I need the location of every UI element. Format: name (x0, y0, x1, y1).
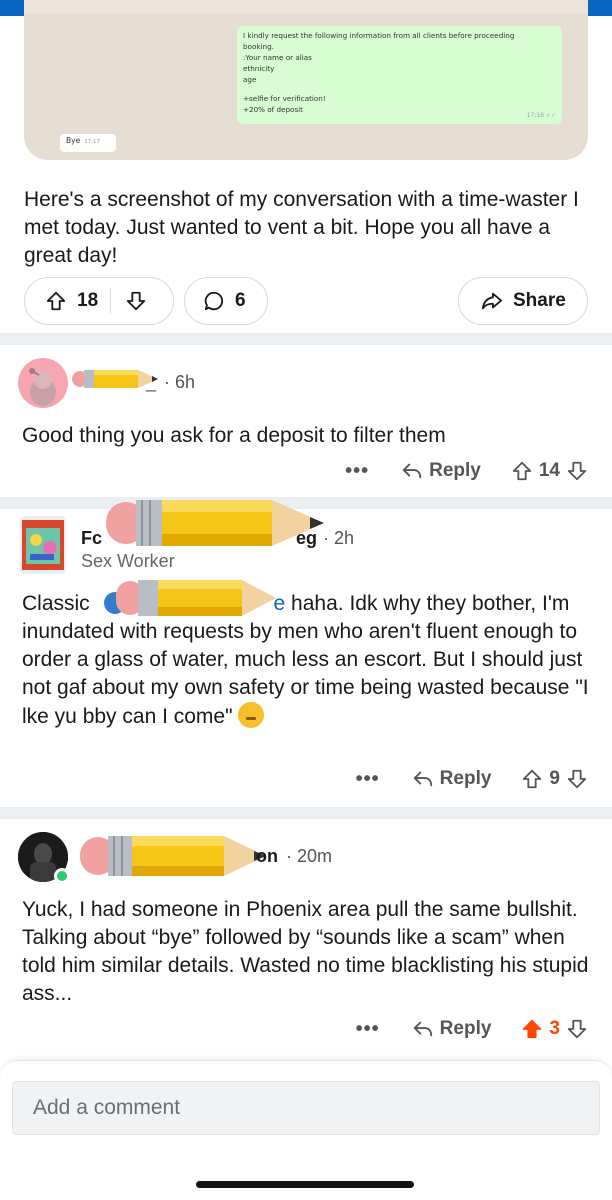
message-text: Bye (66, 136, 81, 145)
snoo-avatar-icon (29, 368, 56, 406)
user-flair: Sex Worker (81, 551, 175, 571)
share-icon (481, 290, 503, 312)
comment-username-prefix[interactable]: Fc (81, 528, 102, 549)
comment-header: _ · 6h (146, 372, 195, 393)
message-timestamp: 17:16 ✓✓ (526, 112, 556, 119)
reply-label: Reply (439, 1018, 492, 1039)
comment-username-suffix[interactable]: on (256, 846, 278, 867)
downvote-icon[interactable] (566, 768, 588, 790)
comment-header: on · 20m (256, 846, 332, 867)
comment-header: Fc (81, 528, 102, 549)
upvote-icon[interactable] (45, 290, 67, 312)
reply-icon (412, 768, 434, 790)
share-button[interactable]: Share (458, 277, 588, 325)
upvote-active-icon[interactable] (521, 1018, 543, 1040)
comment-text-start: Classic (22, 592, 90, 615)
comment-text-rest: haha. Idk why they bother, I'm inundated… (22, 592, 589, 728)
reply-button[interactable]: Reply (401, 460, 481, 482)
comment-avatar[interactable] (20, 516, 66, 574)
downvote-icon[interactable] (566, 1018, 588, 1040)
section-divider (0, 807, 612, 819)
message-line: +20% of deposit (243, 105, 303, 114)
post-vote-control: 18 (24, 277, 174, 325)
upvote-icon[interactable] (521, 768, 543, 790)
pencil-sticker-icon (116, 580, 276, 616)
comment-icon (203, 290, 225, 312)
section-divider (0, 333, 612, 345)
avatar-image (22, 520, 64, 570)
message-line: :Your name or alias (243, 53, 312, 62)
comments-button[interactable]: 6 (184, 277, 268, 325)
comment-count: 6 (235, 290, 246, 311)
incoming-message-bubble: Bye 17:17 (60, 134, 116, 152)
comment-body: Good thing you ask for a deposit to filt… (22, 424, 446, 447)
online-indicator (54, 868, 70, 884)
share-label: Share (513, 290, 566, 311)
comment-avatar[interactable] (18, 358, 68, 408)
post-vote-count: 18 (77, 290, 99, 311)
message-timestamp: 17:17 (84, 139, 101, 145)
reply-button[interactable]: Reply (412, 1018, 492, 1040)
upvote-icon[interactable] (511, 460, 533, 482)
post-image[interactable]: I kindly request the following informati… (24, 0, 588, 160)
downvote-icon[interactable] (566, 460, 588, 482)
more-icon[interactable]: ••• (345, 460, 369, 483)
comment-vote-count: 9 (549, 768, 560, 789)
comment-time: · 6h (164, 372, 196, 392)
comment-vote-count: 14 (538, 460, 560, 481)
more-icon[interactable]: ••• (356, 768, 380, 791)
message-line: I kindly request the following informati… (243, 31, 515, 40)
reply-icon (401, 460, 423, 482)
emoji-icon (238, 702, 265, 728)
vote-divider (110, 288, 112, 314)
comment-actions: ••• Reply 9 (356, 764, 588, 794)
pencil-sticker-icon (106, 500, 324, 546)
comment-username[interactable]: _ (146, 372, 156, 393)
comment-time: · 20m (286, 846, 333, 866)
reply-button[interactable]: Reply (412, 768, 492, 790)
message-line: booking. (243, 42, 274, 51)
reply-icon (412, 1018, 434, 1040)
outgoing-message-bubble: I kindly request the following informati… (237, 26, 562, 124)
message-line: ethnicity (243, 64, 275, 73)
comment-composer-bar: Add a comment (0, 1060, 612, 1200)
message-line: +selfie for verification! (243, 94, 326, 103)
chat-screenshot: I kindly request the following informati… (24, 14, 588, 160)
comment-actions: ••• Reply 14 (345, 456, 588, 486)
downvote-icon[interactable] (125, 290, 147, 312)
home-indicator (196, 1181, 414, 1188)
more-icon[interactable]: ••• (356, 1018, 380, 1041)
message-line: age (243, 75, 257, 84)
pencil-sticker-icon (80, 836, 266, 876)
comment-vote-count: 3 (549, 1018, 560, 1039)
comment-actions: ••• Reply 3 (356, 1014, 588, 1044)
reply-label: Reply (429, 460, 481, 481)
post-body: Here's a screenshot of my conversation w… (24, 188, 579, 267)
add-comment-input[interactable]: Add a comment (12, 1081, 600, 1135)
comment-body: Yuck, I had someone in Phoenix area pull… (22, 898, 589, 1005)
reply-label: Reply (439, 768, 492, 789)
